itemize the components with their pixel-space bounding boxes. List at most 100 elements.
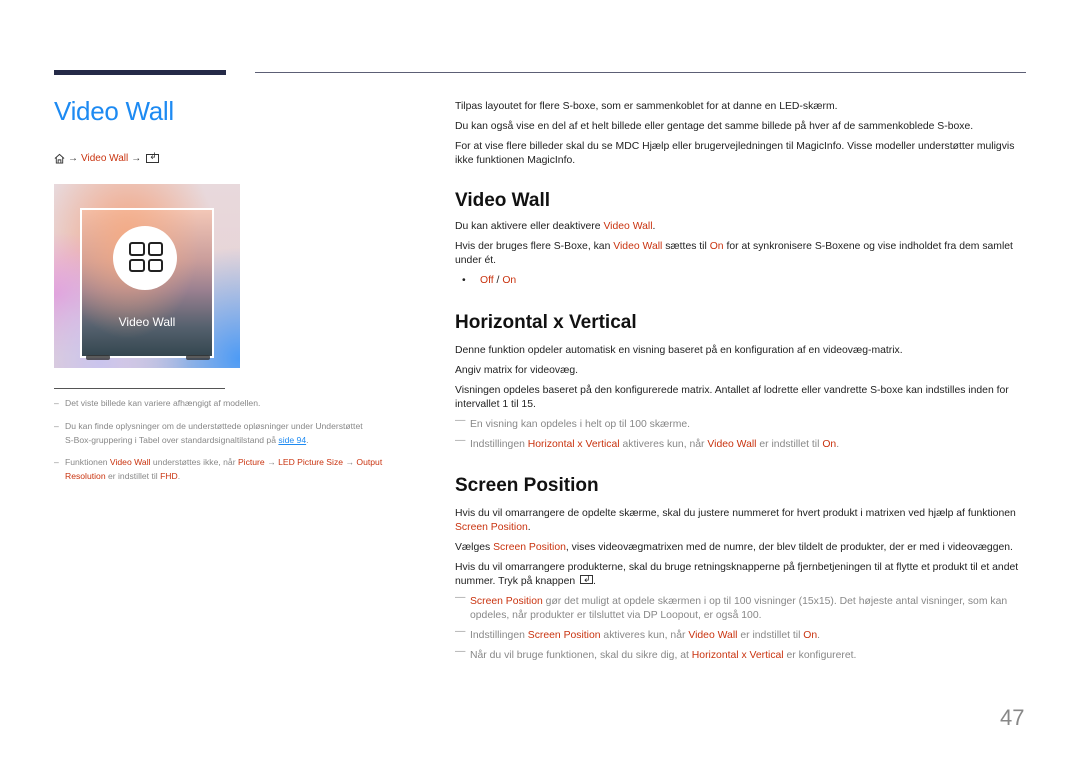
paragraph: Angiv matrix for videovæg. (455, 365, 579, 376)
term-fhd: FHD (160, 471, 178, 481)
enter-key-icon (146, 151, 160, 163)
text: aktiveres kun, når (619, 439, 708, 450)
options-bullet: Off / On (455, 274, 1025, 288)
intro-paragraph: Du kan også vise en del af et helt bille… (455, 121, 974, 132)
note-text: . (177, 471, 181, 481)
note: — Screen Position gør det muligt at opdel… (455, 592, 1025, 623)
term-horizontal-vertical: Horizontal x Vertical (691, 650, 784, 661)
intro-section: Tilpas layoutet for flere S-boxe, som er… (455, 100, 1025, 168)
home-icon (54, 153, 65, 164)
paragraph: Du kan aktivere eller deaktivere Video W… (455, 220, 1025, 234)
text: Du kan aktivere eller deaktivere (455, 221, 604, 232)
option-on: On (502, 275, 517, 286)
grid-four-squares-icon (129, 242, 163, 272)
text: . (817, 630, 821, 641)
note-dash: – (54, 398, 59, 408)
section-screen-position: Screen Position Hvis du vil omarrangere … (455, 475, 1025, 663)
term-video-wall: Video Wall (688, 630, 738, 641)
intro-paragraph: Tilpas layoutet for flere S-boxe, som er… (455, 101, 838, 112)
illustration-label: Video Wall (118, 315, 176, 329)
term-screen-position: Screen Position (455, 522, 528, 533)
term-horizontal-vertical: Horizontal x Vertical (527, 439, 620, 450)
enter-key-icon (580, 572, 594, 586)
note-mark: — (455, 646, 466, 657)
text: Indstillingen (470, 630, 528, 641)
header-thin-rule (255, 72, 1026, 73)
paragraph: Vælges Screen Position, vises videovægma… (455, 541, 1025, 555)
note-mark: — (455, 415, 466, 426)
note-mark: — (455, 435, 466, 446)
note: — En visning kan opdeles i helt op til 10… (455, 415, 1025, 432)
term-output: Output (356, 457, 383, 467)
term-screen-position: Screen Position (470, 596, 543, 607)
text: . (836, 439, 840, 450)
term-video-wall: Video Wall (707, 439, 757, 450)
section-heading: Screen Position (455, 475, 599, 496)
note-text: Du kan finde oplysninger om de understøt… (65, 421, 363, 431)
text: , vises videovægmatrixen med de numre, d… (565, 542, 1013, 553)
note: — Når du vil bruge funktionen, skal du si… (455, 646, 1025, 663)
text: aktiveres kun, når (600, 630, 689, 641)
term-video-wall: Video Wall (613, 241, 663, 252)
page-title: Video Wall (54, 96, 174, 126)
text: er konfigureret. (783, 650, 857, 661)
text: Hvis der bruges flere S-Boxe, kan (455, 241, 614, 252)
text: Hvis du vil omarrangere produkterne, ska… (455, 562, 1019, 587)
note-dash: – (54, 457, 59, 467)
note-text: . (306, 435, 309, 445)
note-dash: – (54, 421, 59, 431)
footnote: – Funktionen Video Wall understøttes ikk… (54, 455, 414, 483)
section-heading: Horizontal x Vertical (455, 312, 637, 333)
note-text: Funktionen (65, 457, 110, 467)
term-on: On (822, 439, 837, 450)
term-screen-position: Screen Position (493, 542, 566, 553)
note-text: S-Box-gruppering i Tabel over standardsi… (65, 435, 279, 445)
note-mark: — (455, 592, 466, 603)
note-text: er indstillet til (105, 471, 161, 481)
term-screen-position: Screen Position (527, 630, 601, 641)
breadcrumb-item-video-wall[interactable]: Video Wall (81, 153, 128, 164)
intro-paragraph: For at vise flere billeder skal du se MD… (455, 141, 1015, 166)
note: — Indstillingen Screen Position aktiveres… (455, 626, 1025, 643)
text: er indstillet til (756, 439, 823, 450)
note: — Indstillingen Horizontal x Vertical akt… (455, 435, 1025, 452)
breadcrumb-arrow: → (131, 153, 142, 164)
text: er indstillet til (737, 630, 804, 641)
breadcrumb-arrow: → (68, 153, 78, 164)
page-link[interactable]: side 94 (278, 435, 306, 445)
text: sættes til (662, 241, 710, 252)
paragraph: Denne funktion opdeler automatisk en vis… (455, 345, 903, 356)
text: . (652, 221, 656, 232)
text: Indstillingen (470, 439, 528, 450)
paragraph: Hvis du vil omarrangere de opdelte skærm… (455, 507, 1025, 535)
term-resolution: Resolution (65, 471, 106, 481)
display-stand-right (186, 355, 210, 360)
video-wall-illustration: Video Wall (54, 184, 240, 368)
paragraph: Hvis du vil omarrangere produkterne, ska… (455, 561, 1025, 589)
arrow: → (343, 457, 357, 467)
section-video-wall: Video Wall Du kan aktivere eller deaktiv… (455, 190, 1025, 288)
term-video-wall: Video Wall (603, 221, 653, 232)
page-number: 47 (1000, 705, 1025, 730)
paragraph: Hvis der bruges flere S-Boxe, kan Video … (455, 240, 1025, 268)
text: . (593, 576, 596, 587)
note-mark: — (455, 626, 466, 637)
term-led-picture-size: LED Picture Size (278, 457, 344, 467)
text: Når du vil bruge funktionen, skal du sik… (470, 650, 692, 661)
arrow: → (264, 457, 279, 467)
text: Vælges (455, 542, 494, 553)
term-video-wall: Video Wall (109, 457, 151, 467)
option-off: Off (480, 275, 494, 286)
paragraph: Visningen opdeles baseret på den konfigu… (455, 385, 1009, 410)
text: Hvis du vil omarrangere de opdelte skærm… (455, 508, 1016, 519)
note-text: Det viste billede kan variere afhængigt … (65, 398, 261, 408)
breadcrumb: → Video Wall → (54, 151, 160, 164)
header-thick-rule (54, 70, 226, 75)
term-on: On (803, 630, 818, 641)
footnote: – Du kan finde oplysninger om de underst… (54, 419, 414, 447)
display-stand-left (86, 355, 110, 360)
footnote: – Det viste billede kan variere afhængig… (54, 396, 414, 410)
section-heading: Video Wall (455, 190, 551, 211)
text: . (527, 522, 531, 533)
notes-divider (54, 388, 225, 389)
